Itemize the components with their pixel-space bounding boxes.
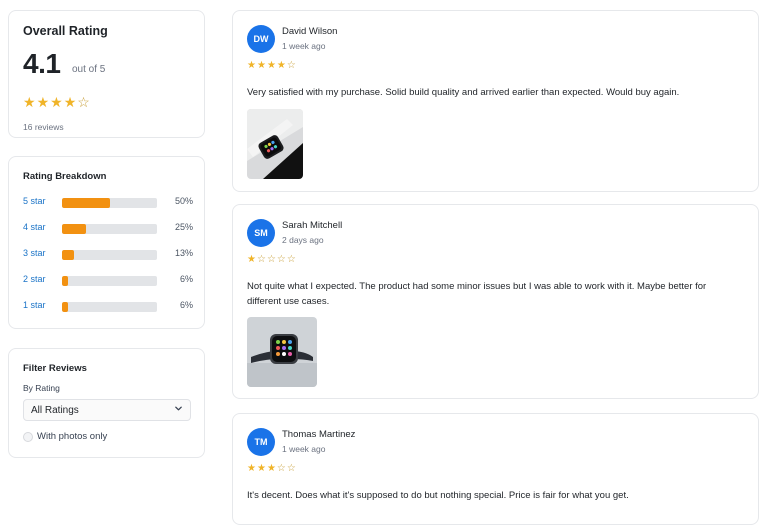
star-empty-icon: ☆ xyxy=(256,254,266,265)
star-empty-icon: ☆ xyxy=(266,254,276,265)
breakdown-label[interactable]: 4 star xyxy=(23,222,46,232)
star-filled-icon: ★ xyxy=(63,94,77,110)
star-filled-icon: ★ xyxy=(247,463,256,474)
breakdown-label[interactable]: 3 star xyxy=(23,248,46,258)
star-filled-icon: ★ xyxy=(266,463,276,474)
breakdown-row-4-star[interactable]: 4 star 25% xyxy=(23,221,193,235)
review-text: Not quite what I expected. The product h… xyxy=(247,281,707,307)
breakdown-bar-fill xyxy=(62,302,68,312)
star-filled-icon: ★ xyxy=(247,254,256,265)
star-empty-icon: ☆ xyxy=(286,463,296,474)
photos-only-label[interactable]: With photos only xyxy=(37,431,107,442)
star-empty-icon: ☆ xyxy=(276,254,286,265)
breakdown-bar xyxy=(62,250,157,260)
breakdown-bar xyxy=(62,276,157,286)
rating-breakdown-card: Rating Breakdown 5 star 50% 4 star 25% 3… xyxy=(8,156,205,329)
review-count: 16 reviews xyxy=(23,122,64,132)
review-text: It's decent. Does what it's supposed to … xyxy=(247,490,629,501)
star-filled-icon: ★ xyxy=(256,463,266,474)
star-filled-icon: ★ xyxy=(276,60,286,71)
overall-rating-card: Overall Rating 4.1 out of 5 ★ ★ ★ ★ ☆ 16 rev… xyxy=(8,10,205,138)
breakdown-label[interactable]: 1 star xyxy=(23,300,46,310)
photos-only-checkbox[interactable] xyxy=(23,432,33,442)
breakdown-bar xyxy=(62,198,157,208)
breakdown-bar-fill xyxy=(62,198,110,208)
review-stars: ★ ★ ★ ☆ ☆ xyxy=(247,464,296,474)
breakdown-bar xyxy=(62,302,157,312)
chevron-down-icon xyxy=(174,404,183,416)
star-filled-icon: ★ xyxy=(36,94,50,110)
breakdown-percent: 6% xyxy=(179,300,193,310)
reviewer-name: Thomas Martinez xyxy=(282,429,356,440)
breakdown-bar-fill xyxy=(62,224,86,234)
star-filled-icon: ★ xyxy=(247,60,256,71)
star-filled-icon: ★ xyxy=(50,94,63,110)
star-empty-icon: ☆ xyxy=(286,60,296,71)
star-empty-icon: ☆ xyxy=(276,463,286,474)
review-card: SM Sarah Mitchell 2 days ago ★ ☆ ☆ ☆ ☆ Not q… xyxy=(232,204,759,399)
breakdown-row-3-star[interactable]: 3 star 13% xyxy=(23,247,193,261)
star-empty-icon: ☆ xyxy=(77,94,90,110)
star-filled-icon: ★ xyxy=(23,94,36,110)
breakdown-percent: 6% xyxy=(179,274,193,284)
breakdown-row-2-star[interactable]: 2 star 6% xyxy=(23,273,193,287)
by-rating-label: By Rating xyxy=(23,383,60,393)
breakdown-label[interactable]: 5 star xyxy=(23,196,46,206)
avatar: SM xyxy=(247,219,275,247)
breakdown-bar-fill xyxy=(62,250,75,260)
reviewer-name: Sarah Mitchell xyxy=(282,220,343,231)
review-time: 1 week ago xyxy=(282,444,326,454)
breakdown-row-5-star[interactable]: 5 star 50% xyxy=(23,195,193,209)
overall-rating-title: Overall Rating xyxy=(23,24,108,38)
breakdown-row-1-star[interactable]: 1 star 6% xyxy=(23,299,193,313)
star-filled-icon: ★ xyxy=(256,60,266,71)
avatar: TM xyxy=(247,428,275,456)
overall-stars: ★ ★ ★ ★ ☆ xyxy=(23,95,90,109)
review-stars: ★ ★ ★ ★ ☆ xyxy=(247,61,296,71)
star-filled-icon: ★ xyxy=(266,60,276,71)
filter-reviews-title: Filter Reviews xyxy=(23,363,87,374)
reviewer-name: David Wilson xyxy=(282,26,338,37)
breakdown-bar-fill xyxy=(62,276,68,286)
rating-breakdown-title: Rating Breakdown xyxy=(23,171,107,182)
rating-filter-value: All Ratings xyxy=(31,405,79,416)
review-time: 1 week ago xyxy=(282,41,326,51)
review-card: DW David Wilson 1 week ago ★ ★ ★ ★ ☆ Very sa… xyxy=(232,10,759,192)
review-photo[interactable] xyxy=(247,109,303,179)
review-time: 2 days ago xyxy=(282,235,324,245)
breakdown-percent: 25% xyxy=(174,222,193,232)
breakdown-percent: 50% xyxy=(174,196,193,206)
review-photo[interactable] xyxy=(247,317,317,387)
rating-filter-select[interactable]: All Ratings xyxy=(23,399,191,421)
review-card: TM Thomas Martinez 1 week ago ★ ★ ★ ☆ ☆ It's… xyxy=(232,413,759,525)
review-stars: ★ ☆ ☆ ☆ ☆ xyxy=(247,255,296,265)
breakdown-label[interactable]: 2 star xyxy=(23,274,46,284)
filter-reviews-card: Filter Reviews By Rating All Ratings Wit… xyxy=(8,348,205,458)
review-text: Very satisfied with my purchase. Solid b… xyxy=(247,87,680,98)
breakdown-percent: 13% xyxy=(174,248,193,258)
overall-rating-scale: out of 5 xyxy=(72,64,106,75)
overall-rating-value: 4.1 xyxy=(23,48,61,79)
star-empty-icon: ☆ xyxy=(286,254,296,265)
avatar: DW xyxy=(247,25,275,53)
breakdown-bar xyxy=(62,224,157,234)
